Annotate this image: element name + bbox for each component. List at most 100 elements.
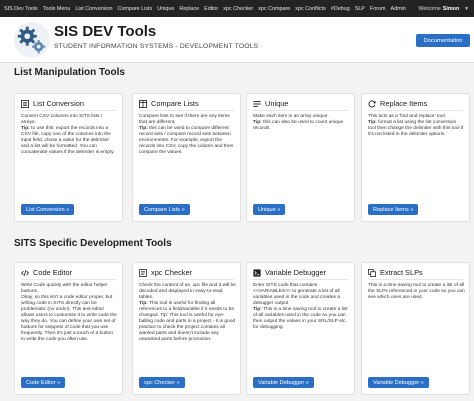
card-extract-slps: Extract SLPs This is a time saving tool … [361,262,470,395]
section-title-sits-specific: SITS Specific Development Tools [14,238,172,249]
card-title-extract-slps: Extract SLPs [368,268,423,277]
tip-text: this can also be used to count unique re… [253,120,344,132]
tip-text: format a list using the list conversion … [368,120,464,138]
document-icon [139,268,147,277]
compare-lists-button[interactable]: Compare Lists » [139,204,190,215]
nav-item-forum[interactable]: Forum [370,6,386,12]
divider [368,110,463,111]
desc-text: Enter SITS code that contains <<VARIABLE… [253,283,340,307]
user-name[interactable]: Simon [443,6,459,12]
list-conversion-button[interactable]: List Conversion » [21,204,75,215]
tip-label: Tip: [139,301,148,307]
card-title-variable-debugger: Variable Debugger [253,268,326,277]
card-title-list-conversion: List Conversion [21,99,84,108]
card-variable-debugger: Variable Debugger Enter SITS code that c… [246,262,355,395]
nav-item-xpc-checker[interactable]: xpc Checker [223,6,253,12]
card-xpc-checker: xpc Checker Check the content of an .xpc… [132,262,241,395]
card-description: This is a time saving tool to create a l… [368,283,465,301]
card-title-text: xpc Checker [151,268,193,277]
app-subtitle: STUDENT INFORMATION SYSTEMS - DEVELOPMEN… [54,43,259,50]
app-title: SIS DEV Tools [54,23,157,40]
card-title-unique: Unique [253,99,288,108]
columns-icon [139,99,147,108]
card-title-text: Code Editor [33,268,73,277]
extract-slps-button[interactable]: Variable Debugger » [368,377,429,388]
card-title-replace-items: Replace Items [368,99,427,108]
divider [139,279,234,280]
nav-item-unique[interactable]: Unique [157,6,174,12]
replace-items-button[interactable]: Replace Items » [368,204,419,215]
card-description: Compare lists to see if there are any it… [139,114,236,156]
nav-item-debug[interactable]: #Debug [331,6,350,12]
tip-text: This tool is useful for finding all refe… [139,301,236,343]
tip-label: Tip: [368,120,377,126]
desc-text: Convert CSV columns into SITS lists / ar… [21,114,103,126]
top-navbar: SIS Dev Tools Tools Menu List Conversion… [0,0,474,17]
variable-debugger-button[interactable]: Variable Debugger » [253,377,314,388]
unique-icon [253,100,261,108]
divider [253,279,348,280]
card-title-xpc-checker: xpc Checker [139,268,192,277]
code-icon [21,269,29,277]
card-description: This acts as a 'find and replace' tool. … [368,114,465,138]
card-description: Enter SITS code that contains <<VARIABLE… [253,283,350,331]
nav-item-xpc-conflicts[interactable]: xpc Conflicts [295,6,326,12]
divider [21,110,116,111]
xpc-checker-button[interactable]: xpc Checker » [139,377,185,388]
refresh-icon [368,100,376,108]
nav-item-admin[interactable]: Admin [391,6,406,12]
nav-brand[interactable]: SIS Dev Tools [4,6,38,12]
unique-button[interactable]: Unique » [253,204,286,215]
nav-item-xpc-compare[interactable]: xpc Compare [258,6,290,12]
list-icon [21,99,29,108]
nav-item-slp[interactable]: SLP [355,6,365,12]
copy-icon [368,268,376,277]
tip-label: Tip: [253,307,262,313]
divider [253,110,348,111]
card-description: Check the content of an .xpc file and it… [139,283,236,343]
card-list-conversion: List Conversion Convert CSV columns into… [14,93,123,222]
terminal-icon [253,268,261,277]
code-editor-button[interactable]: Code Editor » [21,377,66,388]
tip-text: Okay, so this isn't a code editor proper… [21,295,117,343]
tip-text: This is a time saving tool to create a l… [253,307,348,331]
card-description: Make each item in an array unique. Tip: … [253,114,350,132]
card-title-compare-lists: Compare Lists [139,99,199,108]
desc-text: Write Code quickly with the editor helpe… [21,283,108,295]
nav-item-editor[interactable]: Editor [204,6,218,12]
desc-text: This acts as a 'find and replace' tool. [368,114,447,119]
desc-text: This is a time saving tool to create a l… [368,283,465,301]
card-unique: Unique Make each item in an array unique… [246,93,355,222]
card-description: Write Code quickly with the editor helpe… [21,283,118,343]
card-code-editor: Code Editor Write Code quickly with the … [14,262,123,395]
card-title-text: Extract SLPs [380,268,423,277]
divider [139,110,234,111]
page-header: SIS DEV Tools STUDENT INFORMATION SYSTEM… [0,17,474,63]
desc-text: Check the content of an .xpc file and it… [139,283,236,301]
tip-label: Tip: [253,120,262,126]
nav-item-compare-lists[interactable]: Compare Lists [118,6,153,12]
documentation-button[interactable]: Documentation [416,34,470,47]
tip-text: this can be used to compare different re… [139,126,234,156]
section-title-list-manipulation: List Manipulation Tools [14,67,125,78]
welcome-text: Welcome [418,5,441,12]
card-title-text: Unique [265,99,289,108]
card-title-code-editor: Code Editor [21,268,72,277]
nav-item-list-conversion[interactable]: List Conversion [75,6,112,12]
card-replace-items: Replace Items This acts as a 'find and r… [361,93,470,222]
divider [368,279,463,280]
card-description: Convert CSV columns into SITS lists / ar… [21,114,118,156]
nav-item-tools-menu[interactable]: Tools Menu [43,6,71,12]
card-compare-lists: Compare Lists Compare lists to see if th… [132,93,241,222]
card-title-text: List Conversion [33,99,84,108]
card-title-text: Replace Items [380,99,428,108]
nav-item-replace[interactable]: Replace [179,6,199,12]
desc-text: Make each item in an array unique. [253,114,329,119]
user-menu[interactable]: Welcome Simon ▾ [418,6,470,12]
tip-text: to use this: export the records into a C… [21,126,115,156]
desc-text: Compare lists to see if there are any it… [139,114,230,126]
card-title-text: Compare Lists [151,99,199,108]
tip-label: Tip: [139,126,148,132]
chevron-down-icon[interactable]: ▾ [465,6,468,12]
gears-logo-icon [13,21,51,59]
